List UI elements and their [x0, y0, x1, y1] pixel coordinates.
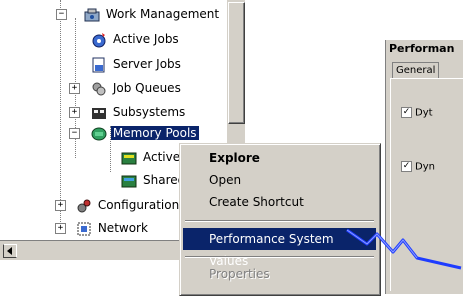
- shared-pools-icon: [121, 173, 137, 189]
- dynamic-checkbox-2[interactable]: ✓ Dyn: [401, 161, 435, 174]
- tree-item-label: Work Management: [105, 7, 220, 21]
- menu-item-explore[interactable]: Explore: [183, 147, 376, 169]
- dialog-title: Performan: [386, 40, 463, 58]
- checkbox-label: Dyn: [415, 161, 435, 173]
- checkbox-checked-icon: ✓: [401, 107, 412, 118]
- dynamic-checkbox-1[interactable]: ✓ Dyt: [401, 107, 433, 120]
- active-pools-icon: [121, 150, 137, 166]
- scrollbar-thumb[interactable]: [228, 2, 245, 124]
- checkbox-label: Dyt: [415, 107, 433, 119]
- tree-item-work-management[interactable]: − Work Management: [56, 5, 221, 23]
- tree-item-job-queues[interactable]: + Job Queues: [69, 79, 183, 97]
- tree-item-server-jobs[interactable]: Server Jobs: [91, 55, 183, 73]
- active-jobs-icon: [91, 32, 107, 48]
- scroll-left-arrow[interactable]: [3, 244, 17, 258]
- subsystems-icon: [91, 105, 107, 121]
- job-queues-icon: [91, 81, 107, 97]
- tab-general[interactable]: General: [392, 62, 440, 79]
- expand-toggle[interactable]: +: [55, 200, 66, 211]
- menu-item-open[interactable]: Open: [183, 169, 376, 191]
- tree-item-subsystems[interactable]: + Subsystems: [69, 103, 187, 121]
- tree-item-label: Server Jobs: [113, 57, 181, 71]
- server-jobs-icon: [91, 57, 107, 73]
- tree-item-label: Memory Pools: [110, 126, 199, 140]
- menu-item-create-shortcut[interactable]: Create Shortcut: [183, 191, 376, 213]
- tree-item-label: Subsystems: [112, 105, 186, 119]
- lightning-bolt-icon: [346, 228, 462, 270]
- tree-item-label: Active Jobs: [113, 32, 179, 46]
- memory-pools-icon: [91, 126, 107, 142]
- tree-item-memory-pools[interactable]: − Memory Pools: [69, 124, 199, 142]
- configuration-icon: [76, 198, 92, 214]
- tree-item-active-jobs[interactable]: Active Jobs: [91, 30, 181, 48]
- tree-item-network[interactable]: + Network: [55, 219, 150, 237]
- work-management-icon: [84, 7, 100, 23]
- expand-toggle[interactable]: +: [69, 107, 80, 118]
- network-icon: [76, 221, 92, 237]
- expand-toggle[interactable]: +: [55, 223, 66, 234]
- collapse-toggle[interactable]: −: [69, 128, 80, 139]
- collapse-toggle[interactable]: −: [56, 9, 67, 20]
- checkbox-checked-icon: ✓: [401, 161, 412, 172]
- tree-item-label: Job Queues: [112, 81, 181, 95]
- context-menu: Explore Open Create Shortcut Performance…: [179, 143, 381, 296]
- expand-toggle[interactable]: +: [69, 83, 80, 94]
- tree-item-label: Network: [97, 221, 148, 235]
